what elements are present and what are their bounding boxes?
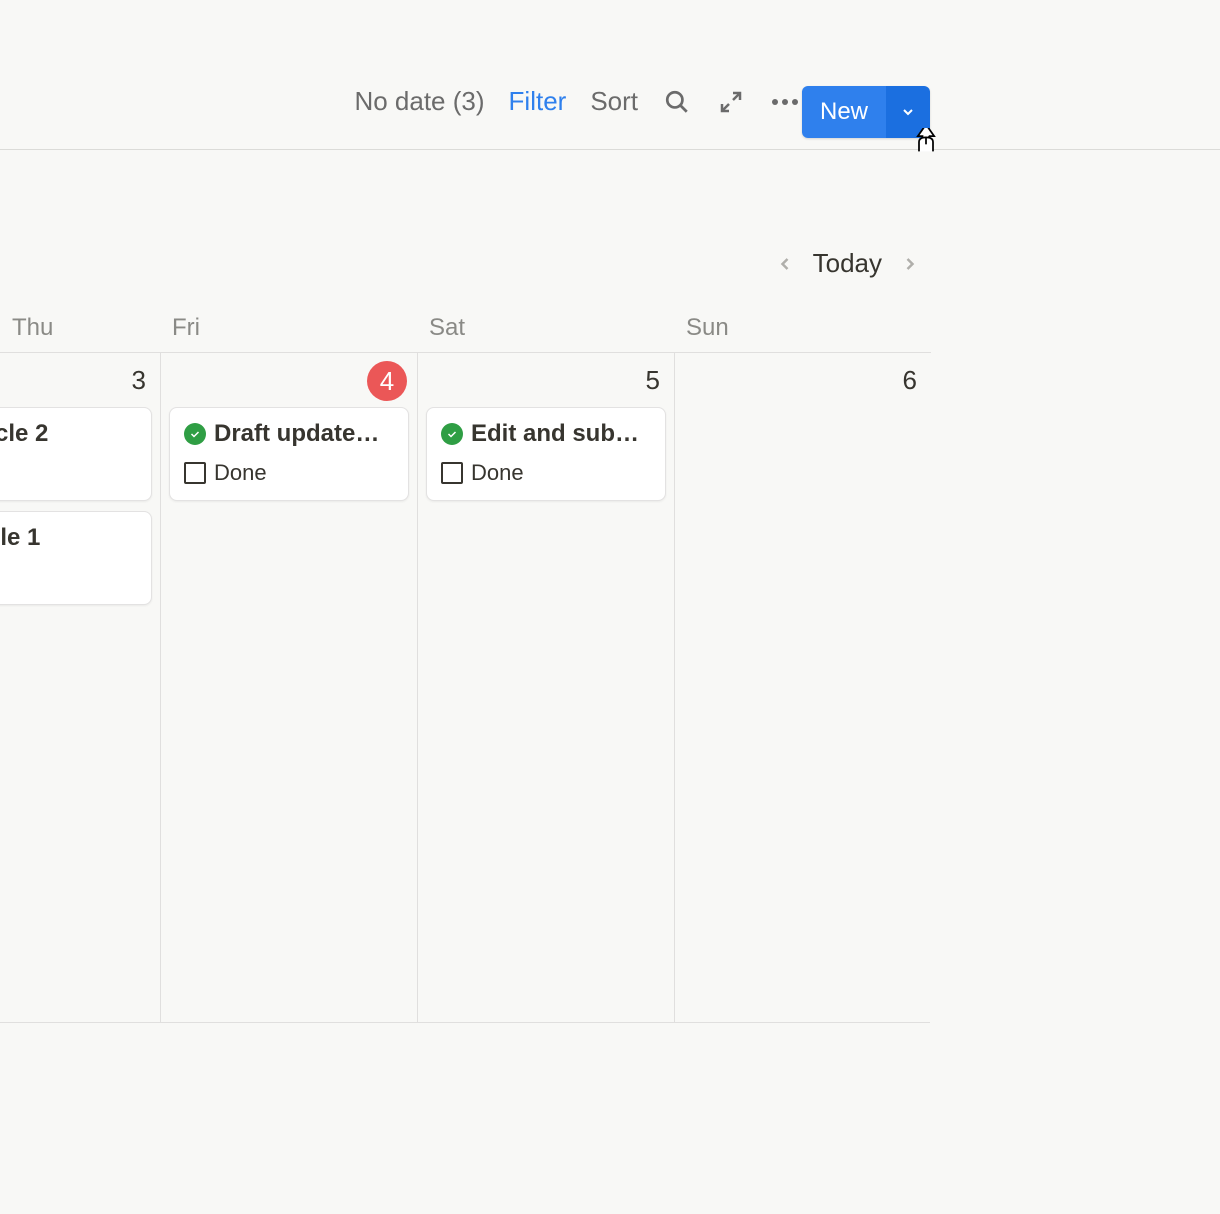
filter-button[interactable]: Filter xyxy=(509,86,567,117)
card-title: Draft update… xyxy=(214,420,379,448)
new-button-label: New xyxy=(802,86,886,138)
day-number: 5 xyxy=(646,365,660,396)
done-checkbox[interactable] xyxy=(441,462,463,484)
day-cell-fri[interactable]: 4 Draft update… Done xyxy=(160,352,417,1022)
new-button-dropdown[interactable] xyxy=(886,86,930,138)
card-title: Edit and sub… xyxy=(471,420,639,448)
card-title: ft article 2 xyxy=(0,420,48,448)
status-done-icon xyxy=(184,423,206,445)
day-number-today: 4 xyxy=(367,361,407,401)
toolbar: No date (3) Filter Sort New xyxy=(0,0,1220,150)
day-headers: Thu Fri Sat Sun xyxy=(0,304,930,352)
done-checkbox[interactable] xyxy=(184,462,206,484)
expand-icon[interactable] xyxy=(716,87,746,117)
done-label: Done xyxy=(471,460,524,486)
day-number: 6 xyxy=(903,365,917,396)
day-header-thu: Thu xyxy=(0,304,160,352)
card-title: t article 1 xyxy=(0,524,40,552)
prev-arrow[interactable] xyxy=(775,254,795,274)
day-cell-sun[interactable]: 6 xyxy=(674,352,931,1022)
date-nav: Today xyxy=(775,248,920,279)
day-number: 3 xyxy=(132,365,146,396)
event-card[interactable]: Edit and sub… Done xyxy=(426,407,666,501)
search-icon[interactable] xyxy=(662,87,692,117)
event-card[interactable]: ft article 2 e xyxy=(0,407,152,501)
no-date-button[interactable]: No date (3) xyxy=(354,86,484,117)
day-header-sun: Sun xyxy=(674,304,931,352)
day-header-fri: Fri xyxy=(160,304,417,352)
sort-button[interactable]: Sort xyxy=(590,86,638,117)
event-card[interactable]: Draft update… Done xyxy=(169,407,409,501)
more-icon[interactable] xyxy=(770,87,800,117)
new-button[interactable]: New xyxy=(802,86,930,138)
day-cell-thu[interactable]: 3 ft article 2 e t article 1 xyxy=(0,352,160,1022)
day-header-sat: Sat xyxy=(417,304,674,352)
day-grid: 3 ft article 2 e t article 1 xyxy=(0,352,930,1022)
today-button[interactable]: Today xyxy=(813,248,882,279)
calendar: Thu Fri Sat Sun 3 ft article 2 e xyxy=(0,304,930,1023)
done-label: Done xyxy=(214,460,267,486)
status-done-icon xyxy=(441,423,463,445)
event-card[interactable]: t article 1 e xyxy=(0,511,152,605)
day-cell-sat[interactable]: 5 Edit and sub… Done xyxy=(417,352,674,1022)
next-arrow[interactable] xyxy=(900,254,920,274)
